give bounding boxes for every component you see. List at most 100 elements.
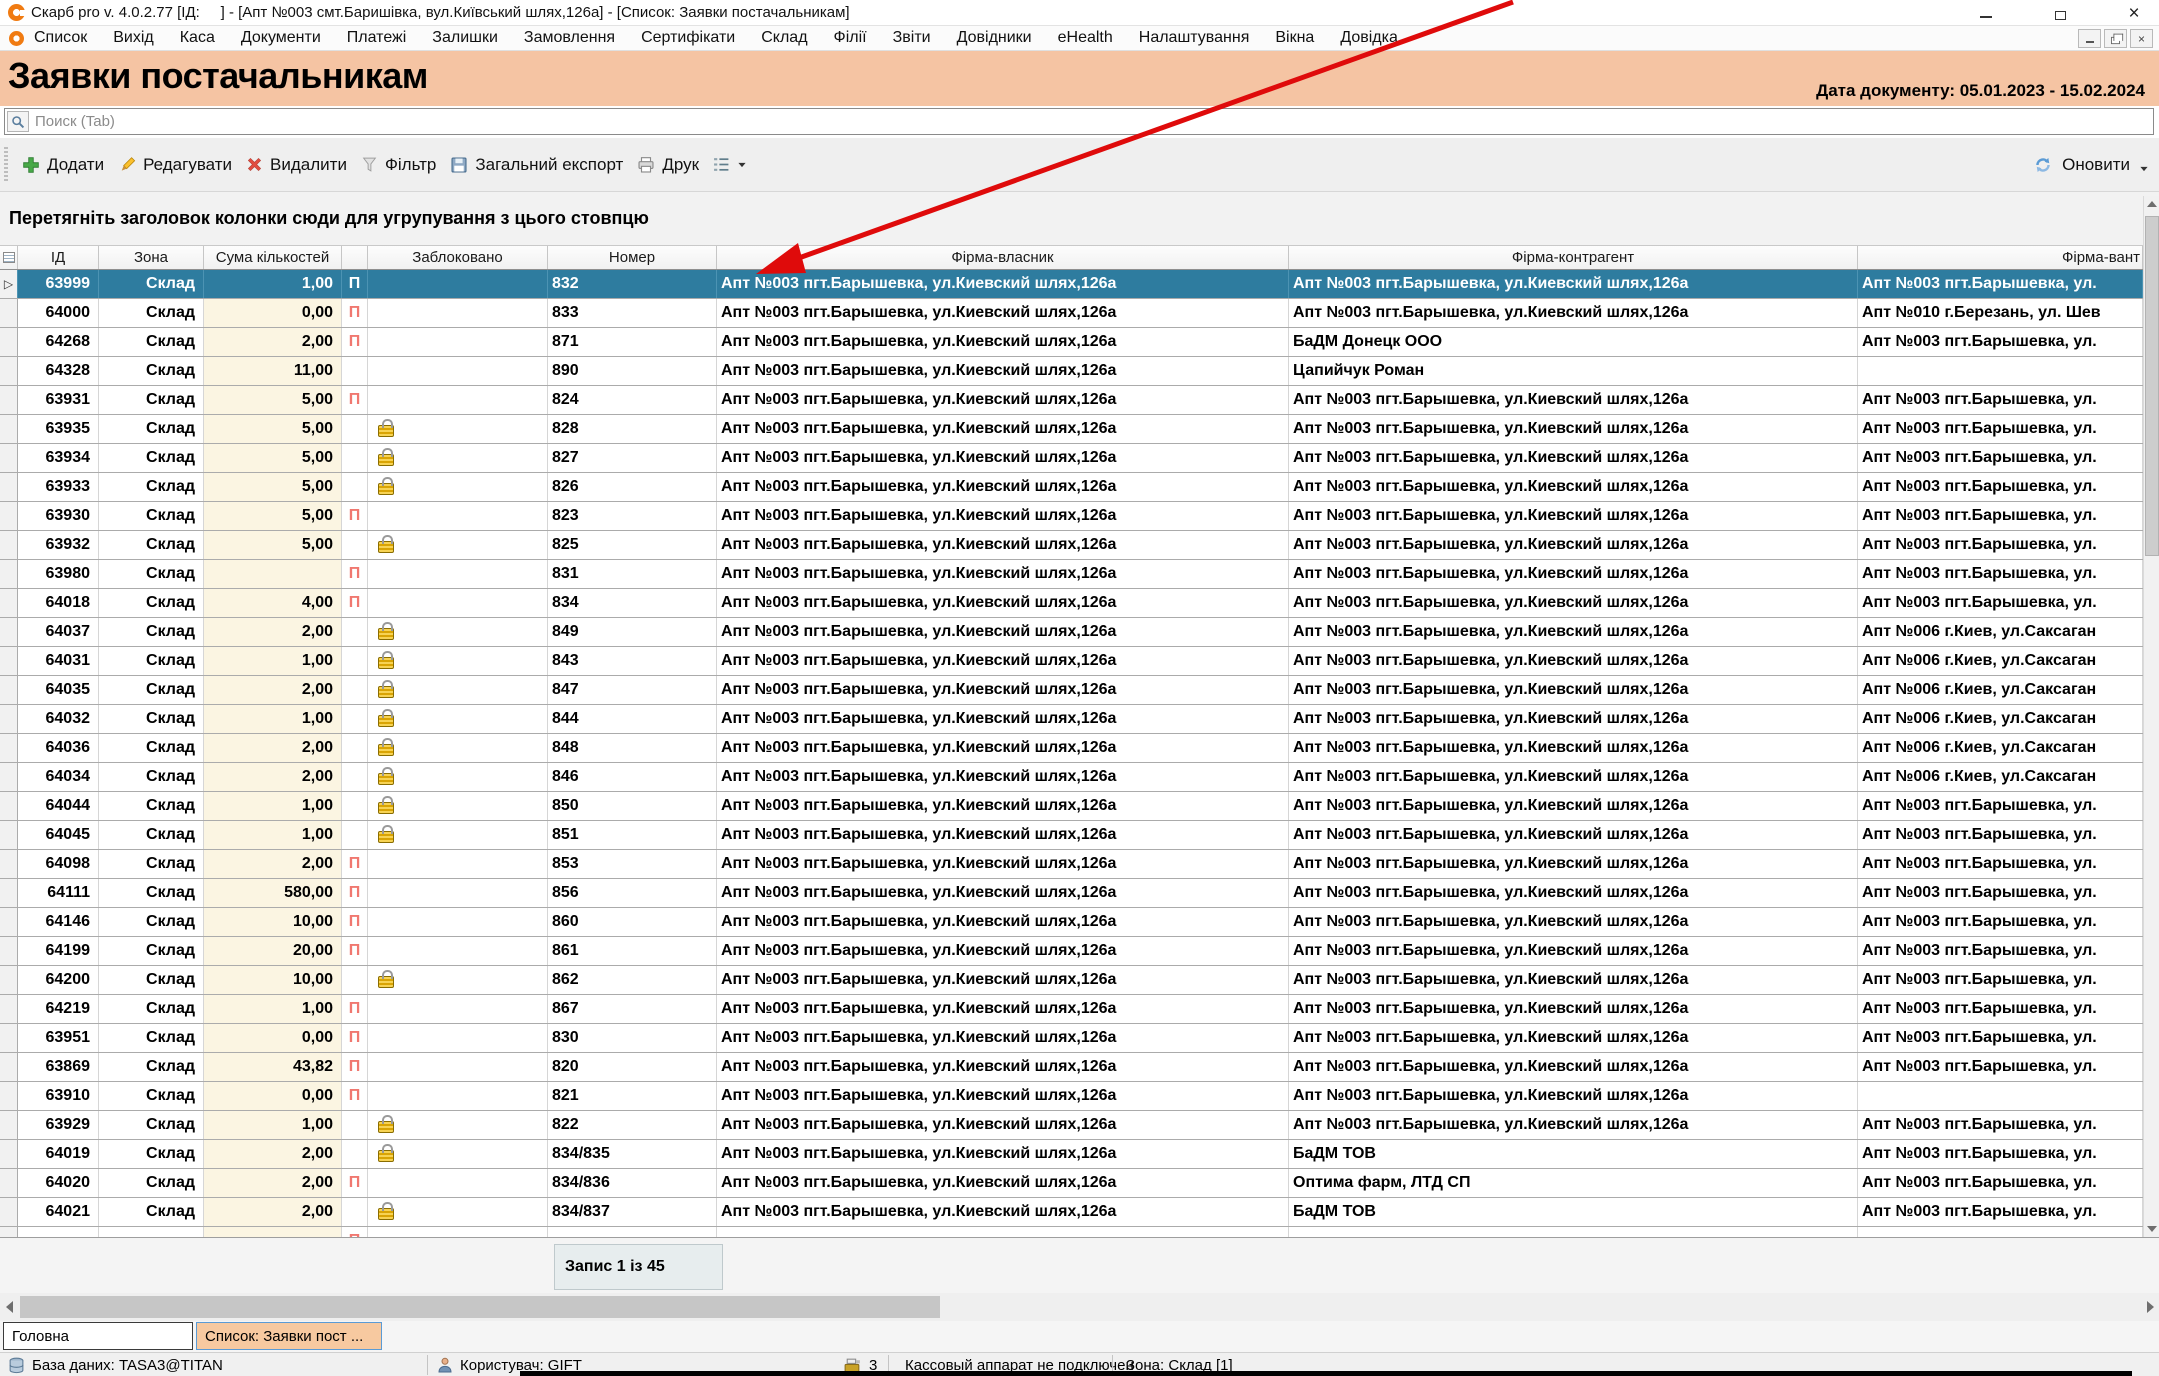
table-row[interactable]: 64000Склад0,00П833Апт №003 пгт.Барышевка… [0,299,2143,328]
menu-item-сертифікати[interactable]: Сертифікати [641,29,735,47]
menu-item-звіти[interactable]: Звіти [893,29,931,47]
menu-item-замовлення[interactable]: Замовлення [524,29,615,47]
column-header-id[interactable]: ІД [18,246,99,269]
tab-supplier-requests[interactable]: Список: Заявки пост ... [196,1322,382,1350]
column-header-contragent[interactable]: Фірма-контрагент [1289,246,1858,269]
menu-item-вихід[interactable]: Вихід [113,29,154,47]
filter-button[interactable]: Фільтр [361,155,436,175]
column-header-flag[interactable] [342,246,368,269]
menu-item-список[interactable]: Список [34,29,87,47]
column-header-locked[interactable]: Заблоковано [368,246,548,269]
print-settings-button[interactable] [713,156,747,173]
restore-button[interactable] [2049,3,2071,23]
add-button[interactable]: Додати [22,155,104,175]
column-header-number[interactable]: Номер [548,246,717,269]
table-row[interactable]: 64018Склад4,00П834Апт №003 пгт.Барышевка… [0,589,2143,618]
scroll-up-icon[interactable] [2144,196,2159,212]
cell-locked [368,966,548,994]
table-row[interactable]: 64199Склад20,00П861Апт №003 пгт.Барышевк… [0,937,2143,966]
table-row[interactable]: 64031Склад1,00843Апт №003 пгт.Барышевка,… [0,647,2143,676]
search-input[interactable] [29,113,2153,130]
window-title: Скарб pro v. 4.0.2.77 [ІД: ] - [Апт №003… [31,4,850,21]
cell-number: 867 [548,995,717,1023]
table-row[interactable]: 64268Склад2,00П871Апт №003 пгт.Барышевка… [0,328,2143,357]
scroll-right-icon[interactable] [2141,1293,2159,1321]
minimize-button[interactable] [1975,3,1997,23]
table-row[interactable]: 64032Склад1,00844Апт №003 пгт.Барышевка,… [0,705,2143,734]
cell-consignee: Апт №003 пгт.Барышевка, ул. [1858,444,2143,472]
column-header-qty[interactable]: Сума кількостей [204,246,342,269]
table-row[interactable]: 63932Склад5,00825Апт №003 пгт.Барышевка,… [0,531,2143,560]
refresh-button[interactable]: Оновити [2033,155,2149,175]
table-row[interactable]: 64328Склад11,00890Апт №003 пгт.Барышевка… [0,357,2143,386]
close-button[interactable]: × [2123,3,2145,23]
edit-button[interactable]: Редагувати [118,155,232,175]
table-row[interactable]: 63935Склад5,00828Апт №003 пгт.Барышевка,… [0,415,2143,444]
cell-qty: 1,00 [204,792,342,820]
menu-item-ehealth[interactable]: eHealth [1058,29,1113,47]
table-row[interactable]: 63930Склад5,00П823Апт №003 пгт.Барышевка… [0,502,2143,531]
vertical-scrollbar-thumb[interactable] [2145,216,2159,556]
table-row[interactable]: 63931Склад5,00П824Апт №003 пгт.Барышевка… [0,386,2143,415]
scroll-left-icon[interactable] [0,1293,18,1321]
toolbar-grip[interactable] [4,147,8,183]
menu-item-документи[interactable]: Документи [241,29,321,47]
table-row[interactable]: 63934Склад5,00827Апт №003 пгт.Барышевка,… [0,444,2143,473]
export-button[interactable]: Загальний експорт [450,155,623,175]
menu-item-налаштування[interactable]: Налаштування [1139,29,1250,47]
column-header-consignee[interactable]: Фірма-вант [1858,246,2143,269]
cell-number: 832 [548,270,717,298]
table-row[interactable]: 64219Склад1,00П867Апт №003 пгт.Барышевка… [0,995,2143,1024]
table-row[interactable]: 64035Склад2,00847Апт №003 пгт.Барышевка,… [0,676,2143,705]
table-row[interactable]: 64146Склад10,00П860Апт №003 пгт.Барышевк… [0,908,2143,937]
table-row[interactable]: 63933Склад5,00826Апт №003 пгт.Барышевка,… [0,473,2143,502]
cell-id: 64020 [18,1169,99,1197]
table-row[interactable]: 64098Склад2,00П853Апт №003 пгт.Барышевка… [0,850,2143,879]
cell-locked [368,821,548,849]
table-row[interactable]: 63869Склад43,82П820Апт №003 пгт.Барышевк… [0,1053,2143,1082]
menu-item-каса[interactable]: Каса [180,29,215,47]
menu-item-філії[interactable]: Філії [834,29,867,47]
menu-item-склад[interactable]: Склад [761,29,807,47]
group-by-panel[interactable]: Перетягніть заголовок колонки сюди для у… [0,192,2159,245]
table-row[interactable]: 64034Склад2,00846Апт №003 пгт.Барышевка,… [0,763,2143,792]
search-icon[interactable] [7,111,29,132]
mdi-minimize-button[interactable] [2078,29,2101,48]
menu-item-платежі[interactable]: Платежі [347,29,407,47]
vertical-scrollbar[interactable] [2143,196,2159,1237]
column-header-zone[interactable]: Зона [99,246,204,269]
table-row[interactable]: 64111Склад580,00П856Апт №003 пгт.Барышев… [0,879,2143,908]
table-row[interactable]: 64045Склад1,00851Апт №003 пгт.Барышевка,… [0,821,2143,850]
table-row[interactable]: 64044Склад1,00850Апт №003 пгт.Барышевка,… [0,792,2143,821]
scroll-down-icon[interactable] [2144,1221,2159,1237]
menu-item-довідники[interactable]: Довідники [957,29,1032,47]
cell-flag [342,792,368,820]
table-row[interactable]: 63951Склад0,00П830Апт №003 пгт.Барышевка… [0,1024,2143,1053]
delete-button[interactable]: Видалити [246,155,347,175]
mdi-close-button[interactable]: × [2130,29,2153,48]
tab-main[interactable]: Головна [3,1322,193,1350]
table-row[interactable]: 63929Склад1,00822Апт №003 пгт.Барышевка,… [0,1111,2143,1140]
print-button[interactable]: Друк [637,155,699,175]
table-row[interactable]: 64037Склад2,00849Апт №003 пгт.Барышевка,… [0,618,2143,647]
horizontal-scrollbar-thumb[interactable] [20,1296,940,1318]
table-row[interactable]: ▷63999Склад1,00П832Апт №003 пгт.Барышевк… [0,270,2143,299]
cell-flag [342,647,368,675]
table-row[interactable]: 64021Склад2,00834/837Апт №003 пгт.Барыше… [0,1198,2143,1227]
menu-item-вікна[interactable]: Вікна [1275,29,1314,47]
table-row[interactable]: 63910Склад0,00П821Апт №003 пгт.Барышевка… [0,1082,2143,1111]
search-box[interactable] [4,108,2154,135]
menu-item-довідка[interactable]: Довідка [1340,29,1398,47]
table-row[interactable]: П [0,1227,2143,1237]
table-row[interactable]: 64019Склад2,00834/835Апт №003 пгт.Барыше… [0,1140,2143,1169]
table-row[interactable]: 64036Склад2,00848Апт №003 пгт.Барышевка,… [0,734,2143,763]
mdi-restore-button[interactable] [2104,29,2127,48]
horizontal-scrollbar[interactable] [0,1293,2159,1321]
table-row[interactable]: 64200Склад10,00862Апт №003 пгт.Барышевка… [0,966,2143,995]
cell-id: 63935 [18,415,99,443]
menu-item-залишки[interactable]: Залишки [432,29,498,47]
table-row[interactable]: 63980СкладП831Апт №003 пгт.Барышевка, ул… [0,560,2143,589]
cell-locked [368,473,548,501]
column-header-owner[interactable]: Фірма-власник [717,246,1289,269]
table-row[interactable]: 64020Склад2,00П834/836Апт №003 пгт.Барыш… [0,1169,2143,1198]
